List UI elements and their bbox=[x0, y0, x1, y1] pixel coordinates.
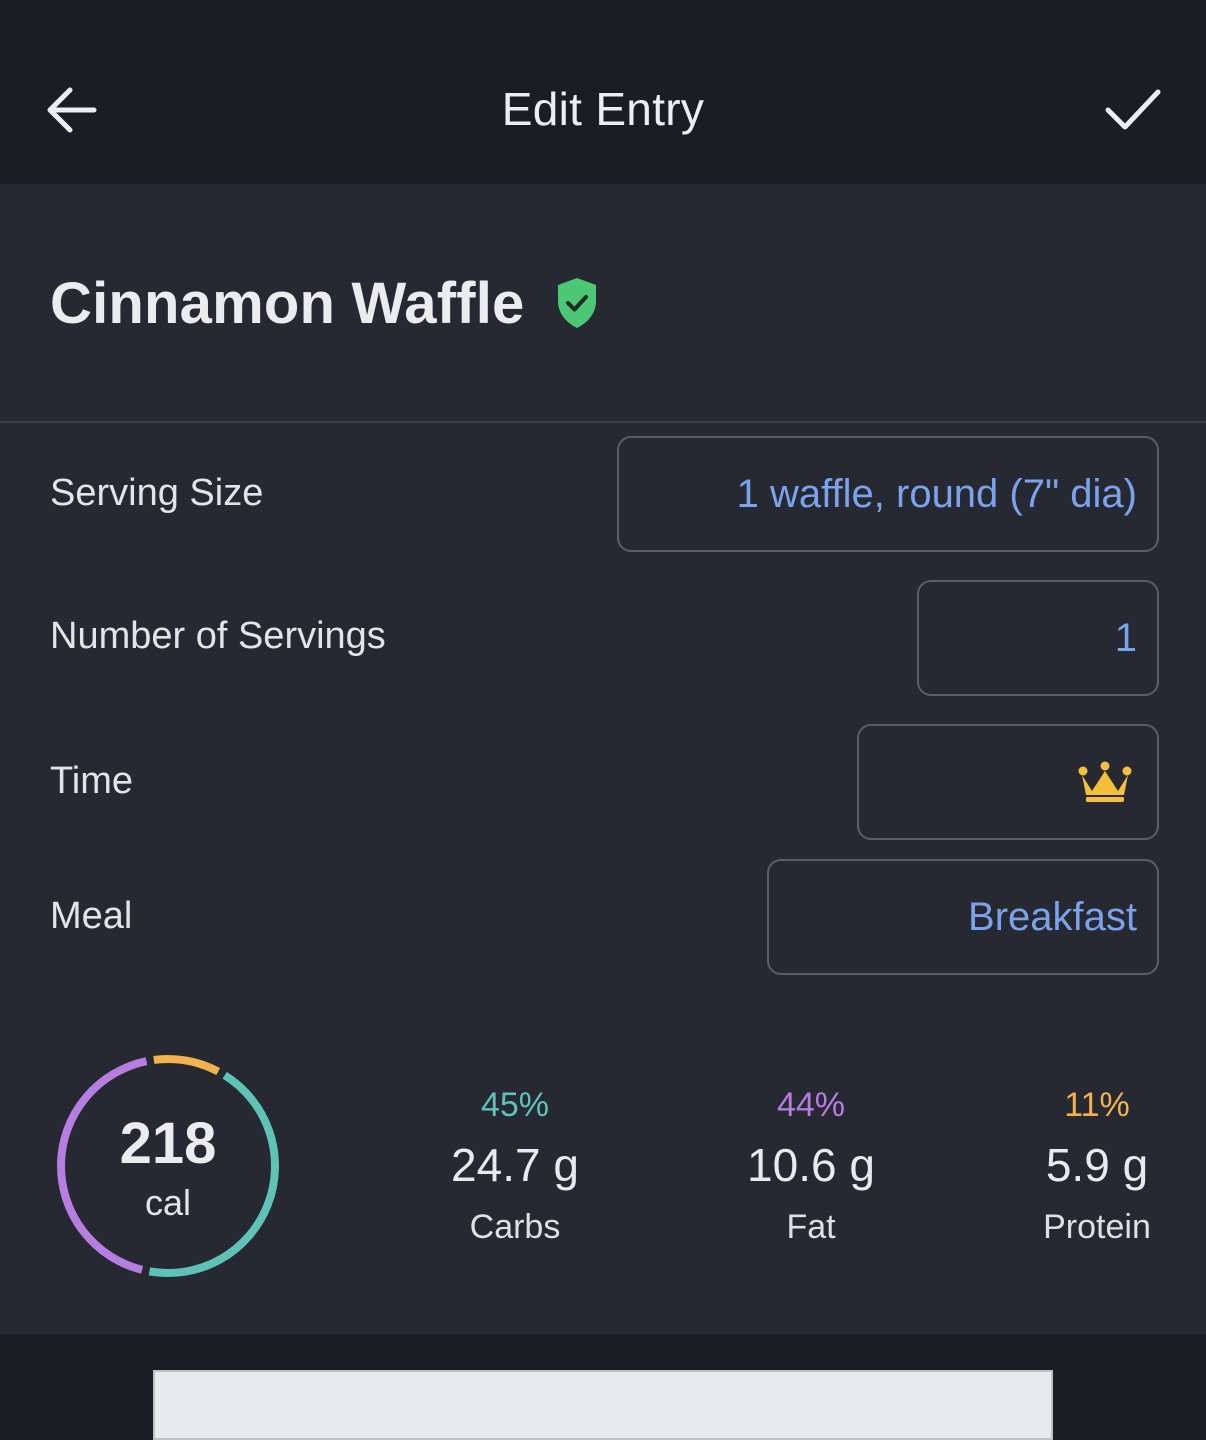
fat-amount: 10.6 g bbox=[747, 1139, 875, 1191]
macro-carbs: 45% 24.7 g Carbs bbox=[395, 1084, 635, 1250]
confirm-button[interactable] bbox=[1100, 80, 1166, 140]
calorie-value: 218 bbox=[119, 1111, 217, 1176]
carbs-amount: 24.7 g bbox=[451, 1139, 579, 1191]
serving-size-value: 1 waffle, round (7" dia) bbox=[736, 471, 1137, 516]
protein-label: Protein bbox=[1043, 1208, 1151, 1246]
fat-label: Fat bbox=[786, 1208, 836, 1246]
servings-label: Number of Servings bbox=[50, 615, 386, 657]
carbs-label: Carbs bbox=[469, 1208, 561, 1246]
premium-crown-icon bbox=[1078, 761, 1132, 802]
time-label: Time bbox=[50, 760, 134, 802]
verified-shield-icon bbox=[558, 278, 596, 328]
top-bar: Edit Entry bbox=[0, 0, 1206, 184]
fat-percent: 44% bbox=[776, 1086, 846, 1124]
photo-section bbox=[0, 1334, 1206, 1440]
calorie-unit: cal bbox=[144, 1182, 192, 1223]
meal-value: Breakfast bbox=[968, 894, 1137, 939]
entry-panel: Cinnamon Waffle Serving Size 1 waffle, r… bbox=[0, 184, 1206, 1334]
time-field[interactable] bbox=[857, 724, 1159, 840]
serving-size-field[interactable]: 1 waffle, round (7" dia) bbox=[617, 436, 1159, 552]
protein-amount: 5.9 g bbox=[1045, 1139, 1149, 1191]
servings-value: 1 bbox=[1114, 615, 1137, 660]
section-divider bbox=[0, 421, 1206, 423]
serving-size-label: Serving Size bbox=[50, 472, 264, 514]
meal-dropdown[interactable]: Breakfast bbox=[767, 859, 1159, 975]
page-title: Edit Entry bbox=[501, 83, 705, 135]
protein-ring-segment bbox=[153, 1055, 221, 1076]
servings-input[interactable]: 1 bbox=[917, 580, 1159, 696]
food-photo bbox=[153, 1370, 1053, 1440]
carbs-percent: 45% bbox=[480, 1086, 550, 1124]
meal-label: Meal bbox=[50, 895, 133, 937]
food-name: Cinnamon Waffle bbox=[50, 271, 525, 336]
macro-fat: 44% 10.6 g Fat bbox=[691, 1084, 931, 1250]
macro-protein: 11% 5.9 g Protein bbox=[977, 1084, 1206, 1250]
protein-percent: 11% bbox=[1064, 1086, 1130, 1124]
checkmark-icon bbox=[1105, 89, 1161, 130]
